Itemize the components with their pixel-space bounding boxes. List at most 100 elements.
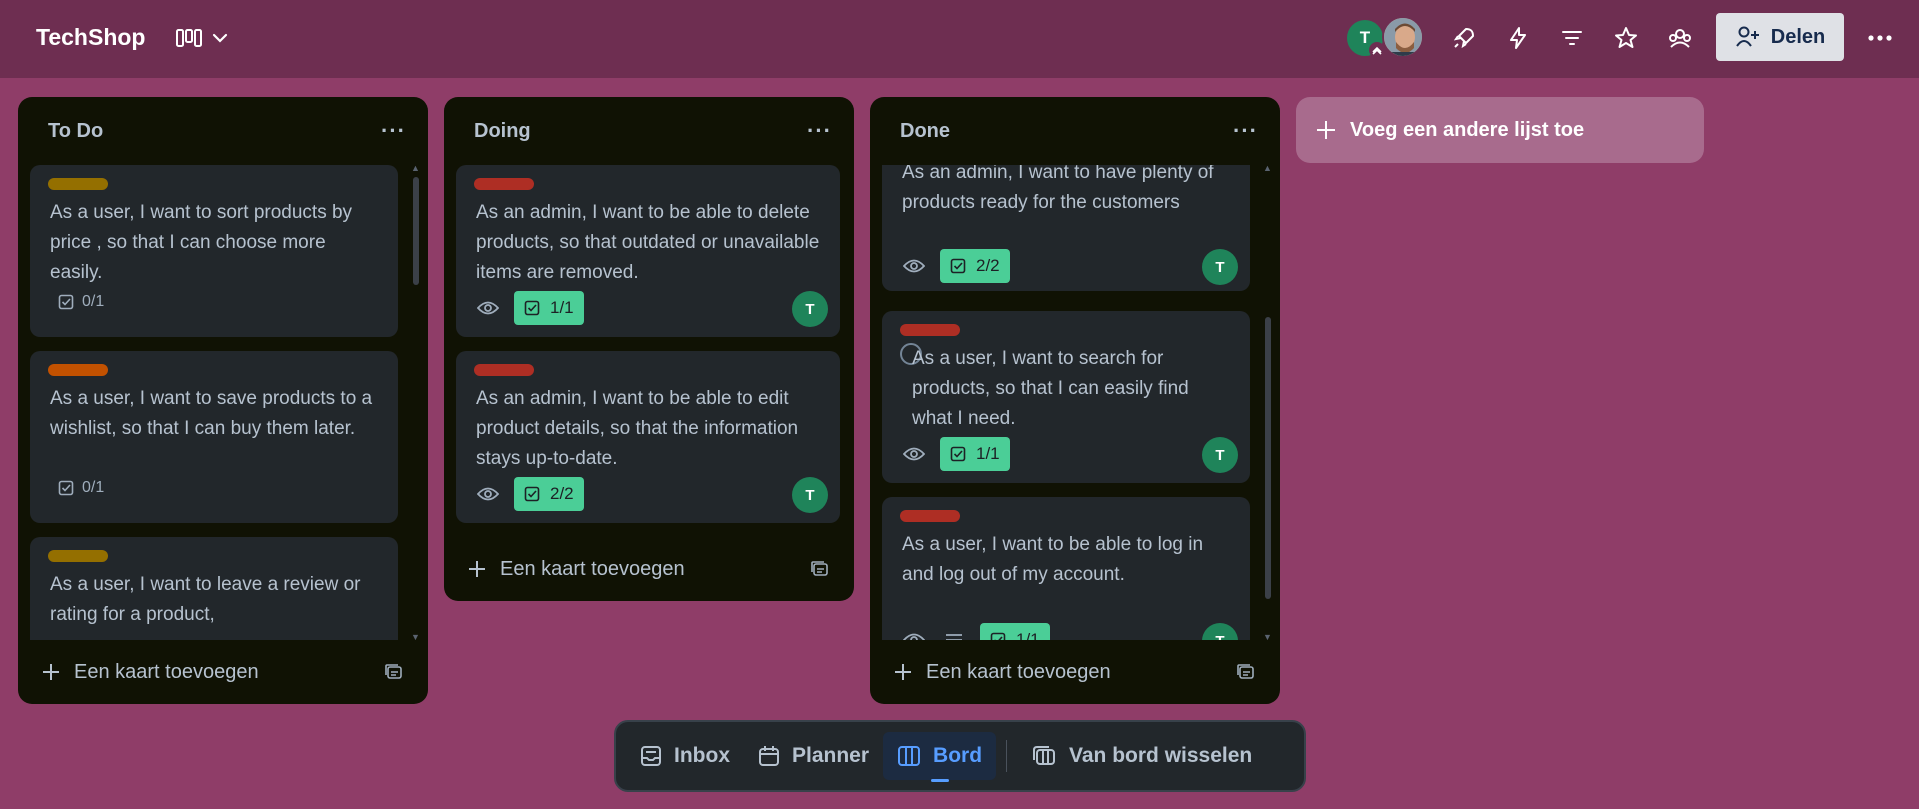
board-header: TechShop T Delen — [0, 0, 1919, 78]
checklist-badge: 1/1 — [514, 291, 584, 325]
list-doing: Doing ··· As an admin, I want to be able… — [444, 97, 854, 601]
card-member-avatar[interactable]: T — [1202, 623, 1238, 640]
nav-board[interactable]: Bord — [883, 732, 997, 780]
card-label[interactable] — [900, 510, 960, 522]
watching-icon — [900, 632, 928, 640]
card-label[interactable] — [48, 550, 108, 562]
automation-icon[interactable] — [1502, 22, 1534, 54]
scroll-down-icon[interactable]: ▼ — [1263, 632, 1272, 640]
list-header: To Do ··· — [18, 97, 428, 165]
list-title[interactable]: Doing — [474, 120, 531, 143]
power-ups-icon[interactable] — [1448, 22, 1480, 54]
add-card-label: Een kaart toevoegen — [926, 660, 1111, 683]
card[interactable]: As an admin, I want to be able to edit p… — [456, 351, 840, 523]
plus-icon — [1317, 121, 1335, 139]
star-icon[interactable] — [1610, 22, 1642, 54]
checklist-icon — [524, 300, 540, 316]
card-member-avatar[interactable]: T — [1202, 249, 1238, 285]
checklist-count: 0/1 — [82, 479, 105, 496]
card-title: As a user, I want to save products to a … — [50, 388, 373, 439]
checklist-icon — [950, 446, 966, 462]
nav-switch-boards[interactable]: Van bord wisselen — [1017, 732, 1266, 780]
plus-icon — [895, 664, 911, 680]
card-title: As an admin, I want to be able to delete… — [476, 202, 820, 283]
card-label[interactable] — [48, 178, 108, 190]
add-card-button[interactable]: Een kaart toevoegen — [894, 661, 1111, 684]
card-member-avatar[interactable]: T — [792, 291, 828, 327]
card-badges: 0/1 — [48, 293, 104, 311]
card-title: As a user, I want to sort products by pr… — [50, 202, 353, 283]
add-card-button[interactable]: Een kaart toevoegen — [42, 661, 259, 684]
add-list-button[interactable]: Voeg een andere lijst toe — [1296, 97, 1704, 163]
checklist-count: 0/1 — [82, 293, 105, 310]
card[interactable]: As an admin, I want to have plenty of pr… — [882, 165, 1250, 291]
card-container: As an admin, I want to have plenty of pr… — [870, 165, 1280, 640]
card[interactable]: As a user, I want to be able to log in a… — [882, 497, 1250, 640]
card-label[interactable] — [48, 364, 108, 376]
add-card-button[interactable]: Een kaart toevoegen — [468, 558, 685, 581]
checklist-count: 1/1 — [550, 298, 574, 317]
board-icon — [898, 746, 921, 766]
card[interactable]: As a user, I want to search for products… — [882, 311, 1250, 483]
card-label[interactable] — [900, 324, 960, 336]
watching-icon — [900, 446, 928, 462]
scroll-up-icon[interactable]: ▲ — [1263, 165, 1272, 173]
card[interactable]: As a user, I want to leave a review or r… — [30, 537, 398, 640]
scroll-thumb[interactable] — [413, 177, 419, 285]
scroll-down-icon[interactable]: ▼ — [411, 632, 420, 640]
more-icon[interactable] — [1864, 22, 1896, 54]
nav-planner[interactable]: Planner — [744, 732, 883, 780]
nav-inbox[interactable]: Inbox — [626, 732, 744, 780]
card-badges: 2/2 — [474, 477, 584, 511]
list-menu-icon[interactable]: ··· — [807, 120, 832, 142]
card[interactable]: As a user, I want to save products to a … — [30, 351, 398, 523]
member-initial: T — [1359, 28, 1371, 47]
card-title: As an admin, I want to have plenty of pr… — [902, 165, 1214, 213]
nav-label: Bord — [933, 744, 983, 767]
view-switcher[interactable] — [176, 22, 242, 54]
card-member-avatar[interactable]: T — [792, 477, 828, 513]
checklist-badge: 0/1 — [48, 293, 104, 311]
checklist-badge: 2/2 — [514, 477, 584, 511]
user-avatar-photo[interactable] — [1382, 16, 1424, 58]
filter-icon[interactable] — [1556, 22, 1588, 54]
card[interactable]: As an admin, I want to be able to delete… — [456, 165, 840, 337]
scroll-thumb[interactable] — [1265, 317, 1271, 599]
add-list-label: Voeg een andere lijst toe — [1350, 118, 1585, 141]
board-title[interactable]: TechShop — [36, 24, 145, 51]
card-badges: 0/1 — [48, 479, 104, 497]
checklist-icon — [58, 294, 74, 310]
card-member-avatar[interactable]: T — [1202, 437, 1238, 473]
watching-icon — [900, 258, 928, 274]
watching-icon — [474, 486, 502, 502]
checklist-count: 2/2 — [976, 256, 1000, 275]
checklist-badge: 1/1 — [940, 437, 1010, 471]
list-done: Done ··· As an admin, I want to have ple… — [870, 97, 1280, 704]
scroll-up-icon[interactable]: ▲ — [411, 165, 420, 173]
chevron-down-icon — [212, 33, 228, 43]
card-title: As a user, I want to search for products… — [912, 348, 1189, 429]
create-from-template-icon[interactable] — [810, 560, 830, 578]
checklist-icon — [58, 480, 74, 496]
card-label[interactable] — [474, 178, 534, 190]
list-title[interactable]: To Do — [48, 120, 103, 143]
list-menu-icon[interactable]: ··· — [381, 120, 406, 142]
member-avatar[interactable]: T — [1345, 18, 1385, 58]
card-badges: 1/1 — [474, 291, 584, 325]
nav-divider — [1006, 740, 1008, 772]
calendar-icon — [759, 746, 779, 766]
list-title[interactable]: Done — [900, 120, 950, 143]
card[interactable]: As a user, I want to sort products by pr… — [30, 165, 398, 337]
checklist-count: 2/2 — [550, 484, 574, 503]
add-member-icon — [1735, 25, 1761, 49]
card-label[interactable] — [474, 364, 534, 376]
watching-icon — [474, 300, 502, 316]
list-scrollbar[interactable]: ▲ ▼ — [1262, 165, 1274, 640]
create-from-template-icon[interactable] — [384, 663, 404, 681]
list-menu-icon[interactable]: ··· — [1233, 120, 1258, 142]
visibility-icon[interactable] — [1664, 22, 1696, 54]
list-scrollbar[interactable]: ▲ ▼ — [410, 165, 422, 640]
share-button[interactable]: Delen — [1716, 13, 1844, 61]
card-container: As a user, I want to sort products by pr… — [18, 165, 428, 640]
create-from-template-icon[interactable] — [1236, 663, 1256, 681]
